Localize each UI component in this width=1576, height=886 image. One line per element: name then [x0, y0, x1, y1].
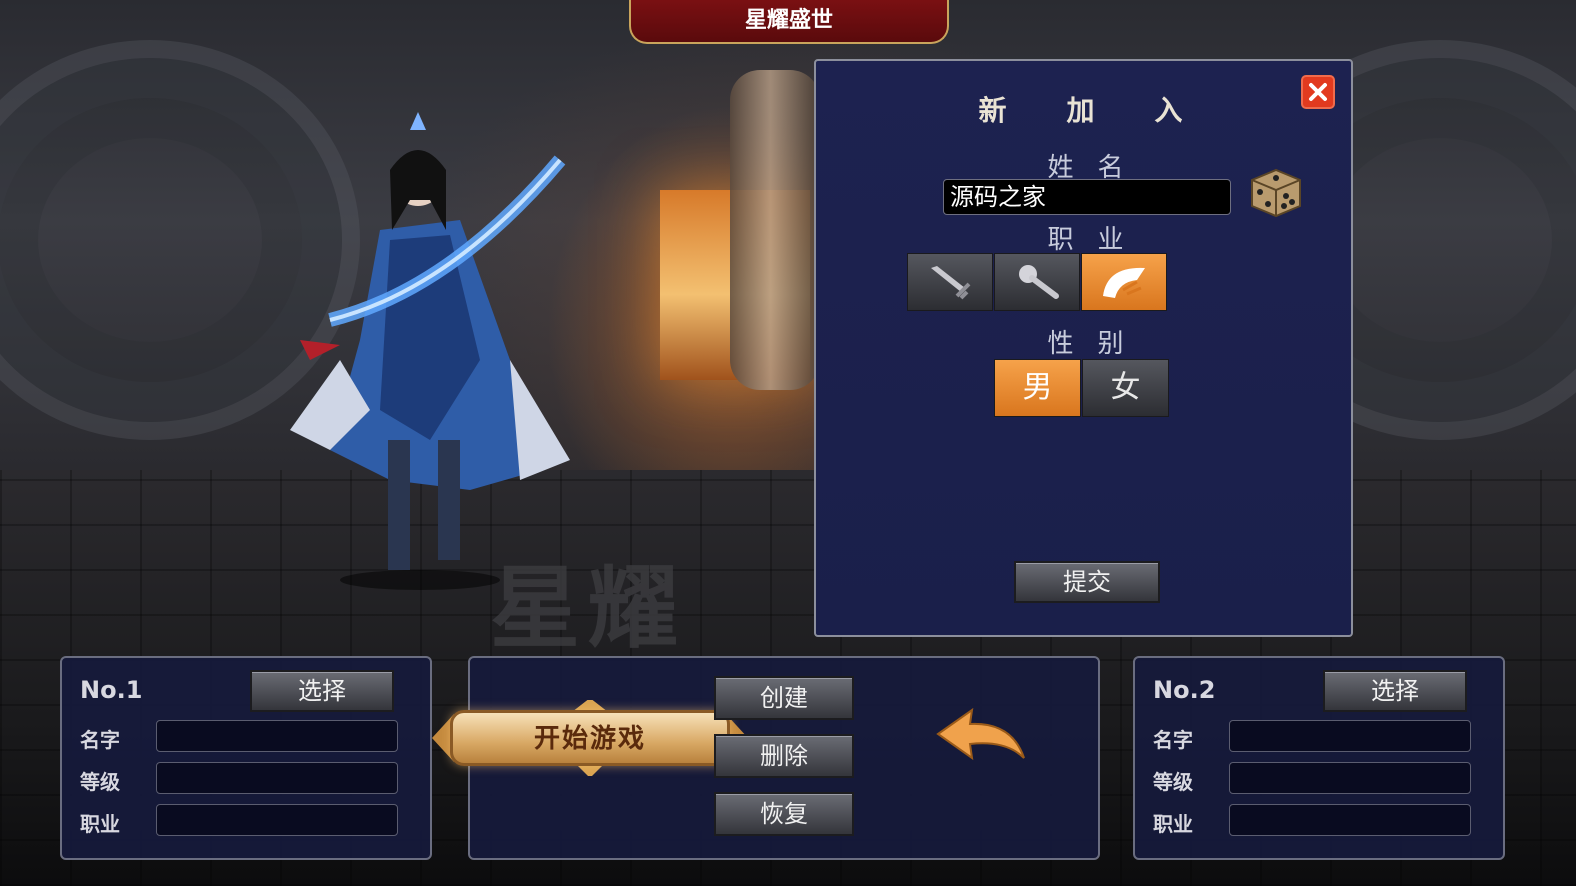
character-slot-1: No.1 选择 名字 等级 职业 [60, 656, 432, 860]
slot-number: No.2 [1153, 676, 1216, 704]
gender-label: 性别 [1047, 329, 1148, 359]
panel-title: 新加入 [978, 94, 1243, 127]
restore-button[interactable]: 恢复 [714, 792, 854, 836]
slot-number: No.1 [80, 676, 143, 704]
character-slot-2: No.2 选择 名字 等级 职业 [1133, 656, 1505, 860]
class-taoist-button[interactable] [1081, 253, 1167, 311]
slot-level-label: 等级 [80, 770, 120, 794]
slot-name-label: 名字 [80, 728, 120, 752]
slot-name-value [156, 720, 398, 752]
slot-class-label: 职业 [1153, 812, 1193, 836]
slot-class-value [1229, 804, 1471, 836]
dragon-pillar [730, 70, 820, 390]
staff-icon [1019, 265, 1059, 299]
class-label: 职业 [1047, 225, 1148, 255]
gender-male-button[interactable]: 男 [994, 359, 1081, 417]
slot-name-value [1229, 720, 1471, 752]
start-game-label: 开始游戏 [533, 724, 646, 754]
close-button[interactable] [1301, 75, 1335, 109]
close-icon [1309, 83, 1327, 101]
dice-icon [1251, 168, 1301, 218]
class-mage-button[interactable] [994, 253, 1080, 311]
name-input[interactable]: 源码之家 [943, 179, 1231, 215]
slot-level-value [156, 762, 398, 794]
back-button[interactable] [932, 704, 1032, 766]
delete-button[interactable]: 删除 [714, 734, 854, 778]
class-warrior-button[interactable] [907, 253, 993, 311]
create-button[interactable]: 创建 [714, 676, 854, 720]
back-arrow-icon [936, 707, 1025, 761]
slot-class-label: 职业 [80, 812, 120, 836]
character-preview [290, 112, 570, 590]
start-game-button[interactable]: 开始游戏 [432, 700, 748, 776]
fan-icon [1103, 267, 1145, 298]
slot-class-value [156, 804, 398, 836]
submit-button[interactable]: 提交 [1014, 561, 1160, 603]
random-name-button[interactable] [1244, 164, 1306, 220]
create-character-panel: 新加入 姓名 源码之家 职业 性别 男 女 提交 [814, 59, 1353, 637]
select-button-2[interactable]: 选择 [1323, 670, 1467, 712]
slot-level-label: 等级 [1153, 770, 1193, 794]
slot-level-value [1229, 762, 1471, 794]
slot-name-label: 名字 [1153, 728, 1193, 752]
server-title: 星耀盛世 [629, 0, 949, 44]
sword-icon [931, 266, 971, 300]
select-button-1[interactable]: 选择 [250, 670, 394, 712]
gender-female-button[interactable]: 女 [1082, 359, 1169, 417]
